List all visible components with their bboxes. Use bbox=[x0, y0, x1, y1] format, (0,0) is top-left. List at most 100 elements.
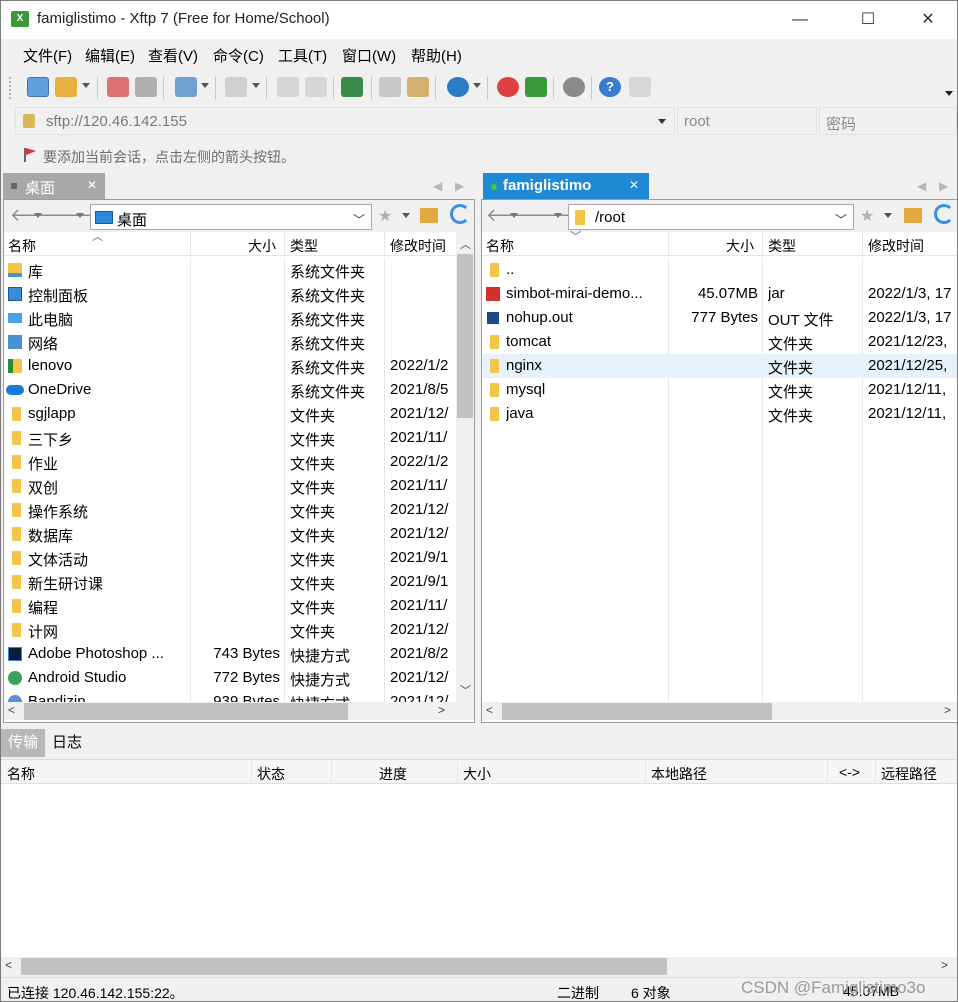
maximize-button[interactable]: ☐ bbox=[845, 1, 891, 39]
home-folder-icon[interactable] bbox=[904, 208, 922, 223]
close-button[interactable]: ✕ bbox=[905, 1, 951, 39]
file-row[interactable]: nginx 文件夹 2021/12/25, bbox=[482, 354, 957, 378]
file-row[interactable]: tomcat 文件夹 2021/12/23, bbox=[482, 330, 957, 354]
column-divider[interactable] bbox=[862, 232, 863, 256]
file-row[interactable]: 计网 文件夹 2021/12/ bbox=[4, 618, 456, 642]
menu-edit[interactable]: 编辑(E) bbox=[85, 45, 135, 66]
col-remote-path[interactable]: 远程路径 bbox=[881, 764, 937, 784]
col-transfer-name[interactable]: 名称 bbox=[7, 764, 35, 784]
column-divider[interactable] bbox=[457, 760, 458, 784]
scroll-down-icon[interactable]: ﹀ bbox=[460, 682, 471, 698]
encoding-dropdown-icon[interactable] bbox=[473, 83, 481, 88]
menu-file[interactable]: 文件(F) bbox=[23, 45, 72, 66]
col-local-path[interactable]: 本地路径 bbox=[651, 764, 707, 784]
scroll-left-icon[interactable]: < bbox=[8, 703, 15, 717]
col-size[interactable]: 大小 bbox=[726, 236, 754, 256]
left-tab-next-icon[interactable]: ▶ bbox=[455, 179, 464, 193]
scroll-left-icon[interactable]: < bbox=[5, 958, 12, 972]
menu-command[interactable]: 命令(C) bbox=[213, 45, 264, 66]
scroll-right-icon[interactable]: > bbox=[941, 958, 948, 972]
file-row[interactable]: lenovo 系统文件夹 2022/1/2 bbox=[4, 354, 456, 378]
tab-close-icon[interactable]: ✕ bbox=[629, 178, 639, 192]
scroll-up-icon[interactable]: ︿ bbox=[460, 236, 471, 252]
menu-tools[interactable]: 工具(T) bbox=[278, 45, 327, 66]
menu-window[interactable]: 窗口(W) bbox=[342, 45, 396, 66]
scroll-thumb[interactable] bbox=[502, 703, 772, 720]
terminal-dropdown-icon[interactable] bbox=[252, 83, 260, 88]
help-icon[interactable]: ? bbox=[599, 77, 621, 97]
transfer-horizontal-scrollbar[interactable]: < > bbox=[1, 957, 957, 975]
address-bar[interactable]: sftp://120.46.142.155 bbox=[15, 107, 675, 135]
open-dropdown-icon[interactable] bbox=[82, 83, 90, 88]
file-row[interactable]: 库 系统文件夹 bbox=[4, 258, 456, 282]
tab-local-desktop[interactable]: 桌面 ✕ bbox=[3, 173, 105, 199]
col-transfer-size[interactable]: 大小 bbox=[463, 764, 491, 784]
column-divider[interactable] bbox=[384, 232, 385, 256]
file-row[interactable]: 双创 文件夹 2021/11/ bbox=[4, 474, 456, 498]
col-name[interactable]: 名称 bbox=[8, 236, 36, 256]
file-row[interactable]: sgjlapp 文件夹 2021/12/ bbox=[4, 402, 456, 426]
properties-icon[interactable] bbox=[175, 77, 197, 97]
xftp-icon[interactable] bbox=[525, 77, 547, 97]
tab-log[interactable]: 日志 bbox=[45, 729, 89, 757]
file-row[interactable]: simbot-mirai-demo... 45.07MB jar 2022/1/3, … bbox=[482, 282, 957, 306]
file-row[interactable]: 三下乡 文件夹 2021/11/ bbox=[4, 426, 456, 450]
file-row[interactable]: 数据库 文件夹 2021/12/ bbox=[4, 522, 456, 546]
file-row[interactable]: mysql 文件夹 2021/12/11, bbox=[482, 378, 957, 402]
scroll-left-icon[interactable]: < bbox=[486, 703, 493, 717]
globe-icon[interactable] bbox=[447, 77, 469, 97]
right-tab-next-icon[interactable]: ▶ bbox=[939, 179, 948, 193]
tab-close-icon[interactable]: ✕ bbox=[87, 178, 97, 192]
col-name[interactable]: 名称 bbox=[486, 236, 514, 256]
col-transfer-status[interactable]: 状态 bbox=[257, 764, 285, 784]
column-divider[interactable] bbox=[827, 760, 828, 784]
path-dropdown-icon[interactable]: ﹀ bbox=[835, 211, 847, 228]
local-vertical-scrollbar[interactable]: ︿ ﹀ bbox=[456, 232, 474, 702]
column-divider[interactable] bbox=[284, 232, 285, 256]
chat-icon[interactable] bbox=[629, 77, 651, 97]
col-direction[interactable]: <-> bbox=[839, 764, 860, 780]
open-folder-icon[interactable] bbox=[55, 77, 77, 97]
column-divider[interactable] bbox=[331, 760, 332, 784]
scroll-right-icon[interactable]: > bbox=[944, 703, 951, 717]
file-row[interactable]: Adobe Photoshop ... 743 Bytes 快捷方式 2021/8/2 bbox=[4, 642, 456, 666]
local-horizontal-scrollbar[interactable]: < > bbox=[4, 702, 474, 720]
column-divider[interactable] bbox=[875, 760, 876, 784]
favorites-dropdown-icon[interactable] bbox=[402, 213, 410, 218]
scroll-right-icon[interactable]: > bbox=[438, 703, 445, 717]
column-divider[interactable] bbox=[190, 232, 191, 256]
scroll-thumb[interactable] bbox=[21, 958, 667, 975]
forward-dropdown-icon[interactable] bbox=[76, 213, 84, 218]
back-dropdown-icon[interactable] bbox=[34, 213, 42, 218]
reconnect-icon[interactable] bbox=[107, 77, 129, 97]
file-row[interactable]: nohup.out 777 Bytes OUT 文件 2022/1/3, 17 bbox=[482, 306, 957, 330]
properties-dropdown-icon[interactable] bbox=[201, 83, 209, 88]
scroll-thumb[interactable] bbox=[24, 703, 348, 720]
add-session-flag-icon[interactable] bbox=[23, 147, 37, 163]
home-folder-icon[interactable] bbox=[420, 208, 438, 223]
file-row[interactable]: 操作系统 文件夹 2021/12/ bbox=[4, 498, 456, 522]
file-row[interactable]: .. bbox=[482, 258, 957, 282]
copy-icon[interactable] bbox=[379, 77, 401, 97]
col-modified[interactable]: 修改时间 bbox=[390, 236, 446, 256]
path-dropdown-icon[interactable]: ﹀ bbox=[353, 211, 365, 228]
left-tab-prev-icon[interactable]: ◀ bbox=[433, 179, 442, 193]
disconnect-icon[interactable] bbox=[135, 77, 157, 97]
file-row[interactable]: 控制面板 系统文件夹 bbox=[4, 282, 456, 306]
col-size[interactable]: 大小 bbox=[248, 236, 276, 256]
tab-transfers[interactable]: 传输 bbox=[1, 729, 45, 757]
menu-view[interactable]: 查看(V) bbox=[148, 45, 198, 66]
file-row[interactable]: Bandizip 939 Bytes 快捷方式 2021/12/ bbox=[4, 690, 456, 702]
address-value[interactable]: sftp://120.46.142.155 bbox=[46, 113, 187, 130]
file-row[interactable]: 作业 文件夹 2022/1/2 bbox=[4, 450, 456, 474]
column-divider[interactable] bbox=[251, 760, 252, 784]
file-row[interactable]: java 文件夹 2021/12/11, bbox=[482, 402, 957, 426]
col-type[interactable]: 类型 bbox=[768, 236, 796, 256]
toolbar-overflow-icon[interactable] bbox=[945, 91, 953, 96]
file-row[interactable]: 网络 系统文件夹 bbox=[4, 330, 456, 354]
col-transfer-progress[interactable]: 进度 bbox=[379, 764, 407, 784]
file-row[interactable]: 文体活动 文件夹 2021/9/1 bbox=[4, 546, 456, 570]
minimize-button[interactable]: — bbox=[777, 1, 823, 39]
remote-path-field[interactable]: /root ﹀ bbox=[568, 204, 854, 230]
col-modified[interactable]: 修改时间 bbox=[868, 236, 924, 256]
